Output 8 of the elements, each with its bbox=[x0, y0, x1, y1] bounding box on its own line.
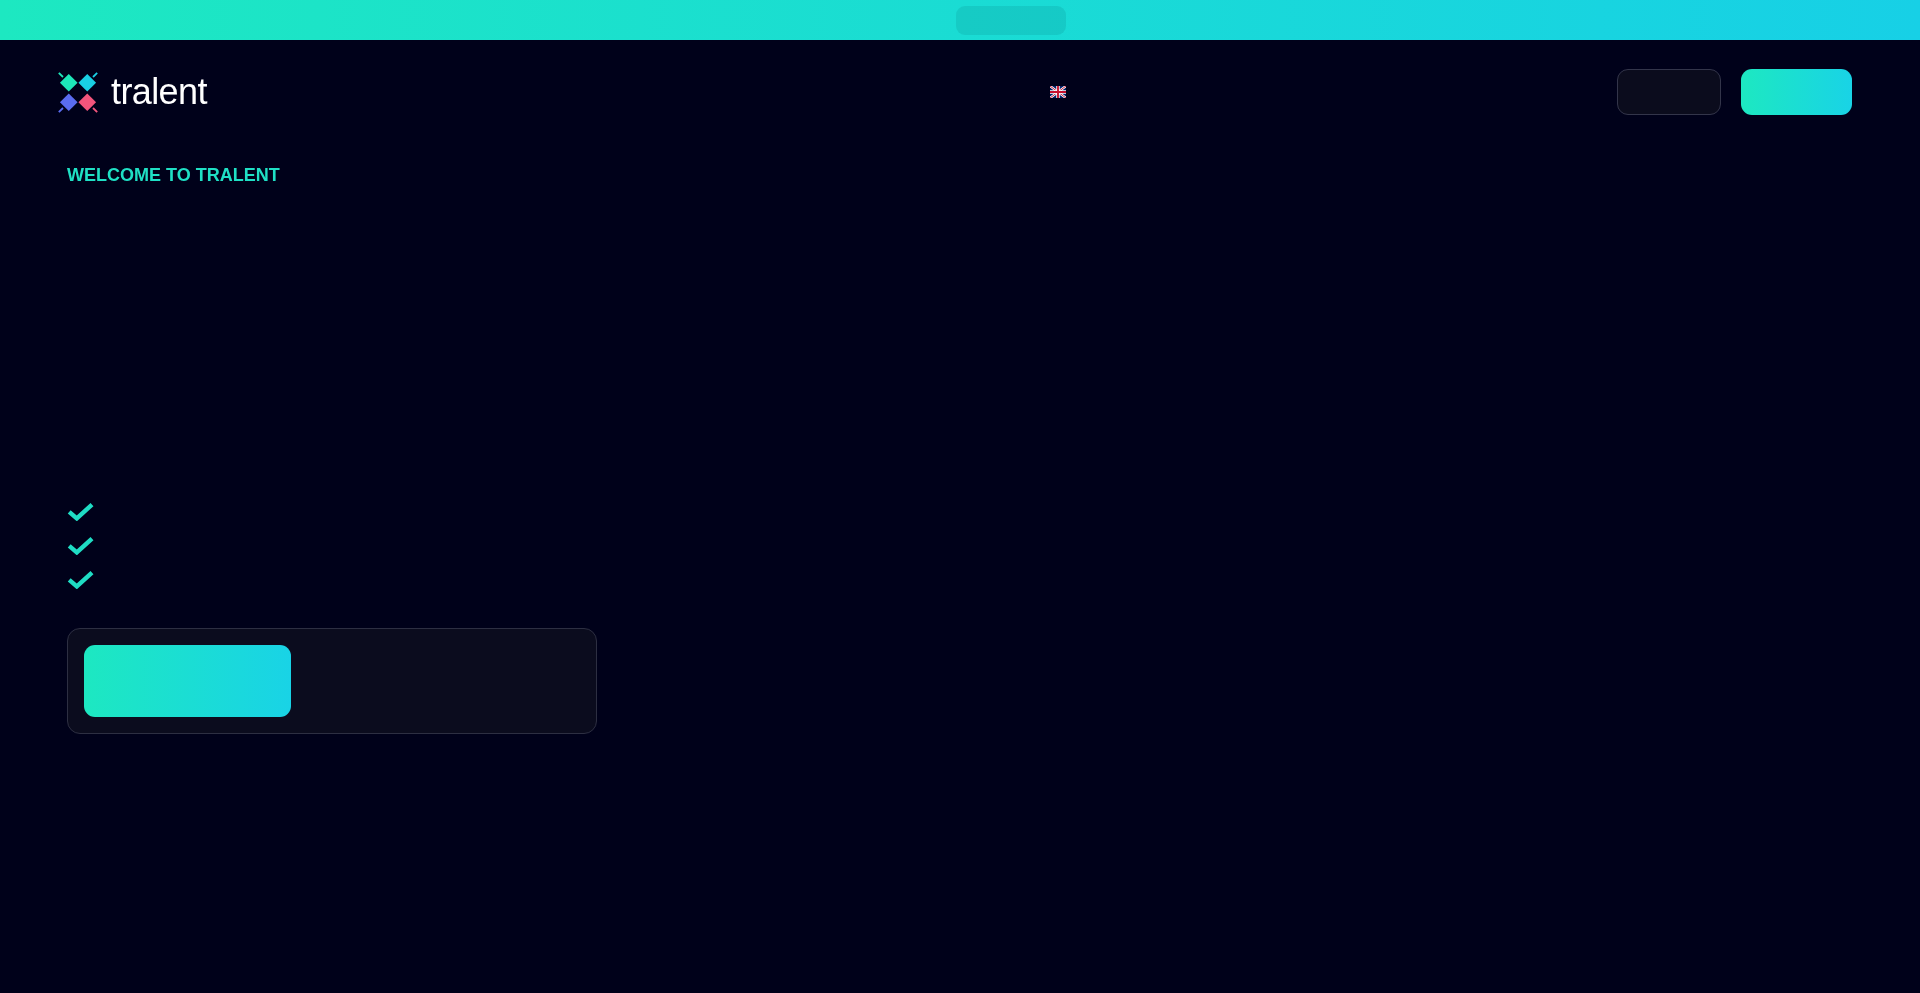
check-icon bbox=[67, 569, 94, 589]
check-icon bbox=[67, 501, 94, 521]
logo-icon[interactable] bbox=[58, 71, 98, 113]
check-icon bbox=[67, 535, 94, 555]
header-button[interactable] bbox=[1741, 69, 1852, 115]
hero-eyebrow: WELCOME TO TRALENT bbox=[67, 164, 280, 187]
flag-icon[interactable] bbox=[1049, 86, 1066, 98]
logo-wordmark[interactable]: tralent bbox=[111, 74, 207, 110]
